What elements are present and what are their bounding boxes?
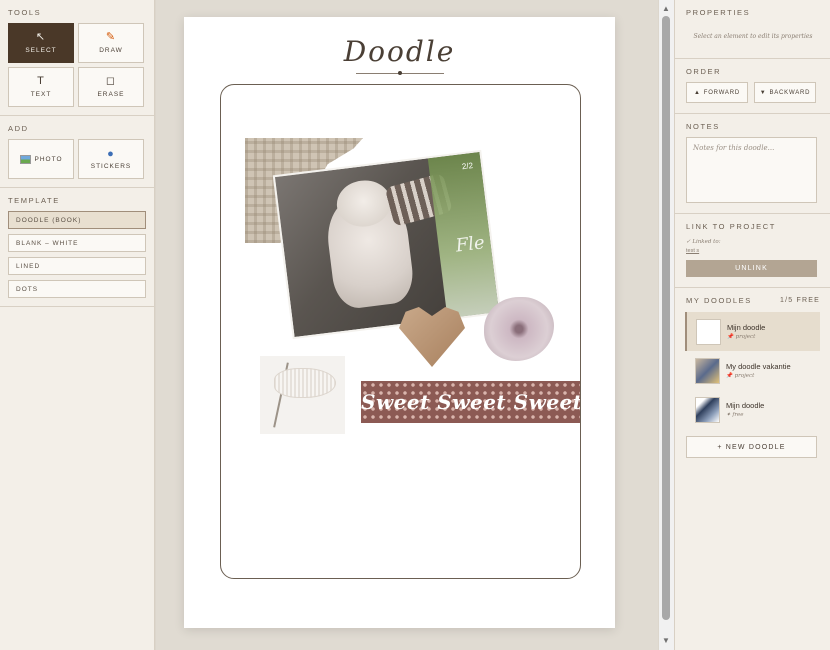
text-label: TEXT <box>30 91 52 98</box>
notes-textarea[interactable]: Notes for this doodle... <box>686 137 817 203</box>
linked-status: ✓ Linked to: <box>686 239 721 245</box>
backward-label: BACKWARD <box>769 89 811 96</box>
template-lined[interactable]: LINED <box>8 257 146 275</box>
add-stickers-button[interactable]: ● STICKERS <box>78 139 144 179</box>
scroll-thumb[interactable] <box>662 16 670 620</box>
right-panel: PROPERTIES Select an element to edit its… <box>674 0 830 650</box>
draw-label: DRAW <box>99 47 123 54</box>
text-icon: T <box>37 75 45 87</box>
template-title: TEMPLATE <box>8 196 60 205</box>
doodle-name: Mijn doodle <box>727 323 766 332</box>
add-photo-button[interactable]: PHOTO <box>8 139 74 179</box>
notes-title: NOTES <box>686 122 720 131</box>
doodle-list-item[interactable]: Mijn doodle 📌 project <box>685 312 820 351</box>
my-doodles-title: MY DOODLES <box>686 296 752 305</box>
properties-title: PROPERTIES <box>686 8 751 17</box>
photo-glass-text: Fle <box>454 232 486 257</box>
doodle-name: My doodle vakantie <box>726 362 791 371</box>
properties-section: PROPERTIES Select an element to edit its… <box>675 0 830 59</box>
scroll-up-icon[interactable]: ▲ <box>662 4 670 13</box>
pencil-icon: ✎ <box>105 31 117 43</box>
template-blank-white[interactable]: BLANK – WHITE <box>8 234 146 252</box>
new-doodle-button[interactable]: + NEW DOODLE <box>686 436 817 458</box>
properties-hint: Select an element to edit its properties <box>693 33 813 40</box>
doodle-list-item[interactable]: My doodle vakantie 📌 project <box>685 351 820 390</box>
add-section: ADD PHOTO ● STICKERS <box>0 116 154 188</box>
link-section: LINK TO PROJECT ✓ Linked to: test s UNLI… <box>675 214 830 288</box>
canvas-area: Doodle 2/2 Fle Sweet Sweet Sweet <box>156 0 658 650</box>
select-tool-button[interactable]: ↖ SELECT <box>8 23 74 63</box>
photo-icon <box>19 154 31 164</box>
doodle-thumbnail <box>696 318 721 345</box>
sticker-icon: ● <box>107 147 115 160</box>
doodle-title: Doodle <box>343 35 456 68</box>
add-title: ADD <box>8 124 29 133</box>
pin-icon: 📌 <box>727 334 734 340</box>
photo-label: 2/2 <box>461 160 474 172</box>
pin-icon: ✦ <box>726 412 731 418</box>
linked-project[interactable]: test s <box>686 248 820 254</box>
cursor-icon: ↖ <box>35 31 47 43</box>
doodle-page[interactable]: Doodle 2/2 Fle Sweet Sweet Sweet <box>184 17 615 628</box>
doodle-status: ✦ free <box>726 412 744 418</box>
doodle-list-item[interactable]: Mijn doodle ✦ free <box>685 390 820 429</box>
forward-label: FORWARD <box>703 89 740 96</box>
feather-sticker[interactable] <box>260 356 345 434</box>
washi-tape-sticker[interactable]: Sweet Sweet Sweet <box>361 381 580 423</box>
bring-forward-button[interactable]: ▲ FORWARD <box>686 82 748 103</box>
link-title: LINK TO PROJECT <box>686 222 776 231</box>
down-arrow-icon: ▼ <box>759 89 767 96</box>
scroll-down-icon[interactable]: ▼ <box>662 636 670 645</box>
template-doodle-book[interactable]: DOODLE (BOOK) <box>8 211 146 229</box>
left-panel: TOOLS ↖ SELECT ✎ DRAW T TEXT ◻ ERASE ADD <box>0 0 155 650</box>
doodle-status: 📌 project <box>726 373 755 379</box>
template-dots[interactable]: DOTS <box>8 280 146 298</box>
tools-title: TOOLS <box>8 8 42 17</box>
tools-section: TOOLS ↖ SELECT ✎ DRAW T TEXT ◻ ERASE <box>0 0 154 116</box>
doodle-name: Mijn doodle <box>726 401 765 410</box>
free-count: 1/5 FREE <box>780 297 820 304</box>
up-arrow-icon: ▲ <box>693 89 701 96</box>
order-section: ORDER ▲ FORWARD ▼ BACKWARD <box>675 59 830 114</box>
unlink-button[interactable]: UNLINK <box>686 260 817 277</box>
template-section: TEMPLATE DOODLE (BOOK) BLANK – WHITE LIN… <box>0 188 154 307</box>
my-doodles-section: MY DOODLES 1/5 FREE Mijn doodle 📌 projec… <box>675 288 830 468</box>
pin-icon: 📌 <box>726 373 733 379</box>
tape-text: Sweet Sweet Sweet <box>361 390 580 414</box>
doodle-thumbnail <box>695 396 720 423</box>
canvas-scrollbar[interactable]: ▲ ▼ <box>659 0 674 650</box>
teddy-bear-photo[interactable]: 2/2 Fle <box>272 149 502 340</box>
erase-tool-button[interactable]: ◻ ERASE <box>78 67 144 107</box>
notes-section: NOTES Notes for this doodle... <box>675 114 830 214</box>
title-dot <box>398 71 402 75</box>
erase-label: ERASE <box>97 91 125 98</box>
doodle-thumbnail <box>695 357 720 384</box>
eraser-icon: ◻ <box>105 75 117 87</box>
draw-tool-button[interactable]: ✎ DRAW <box>78 23 144 63</box>
select-label: SELECT <box>25 47 57 54</box>
order-title: ORDER <box>686 67 722 76</box>
photo-label: PHOTO <box>34 155 63 163</box>
text-tool-button[interactable]: T TEXT <box>8 67 74 107</box>
send-backward-button[interactable]: ▼ BACKWARD <box>754 82 816 103</box>
doodle-status: 📌 project <box>727 334 756 340</box>
feather-tuft <box>274 368 336 398</box>
stickers-label: STICKERS <box>90 162 132 170</box>
